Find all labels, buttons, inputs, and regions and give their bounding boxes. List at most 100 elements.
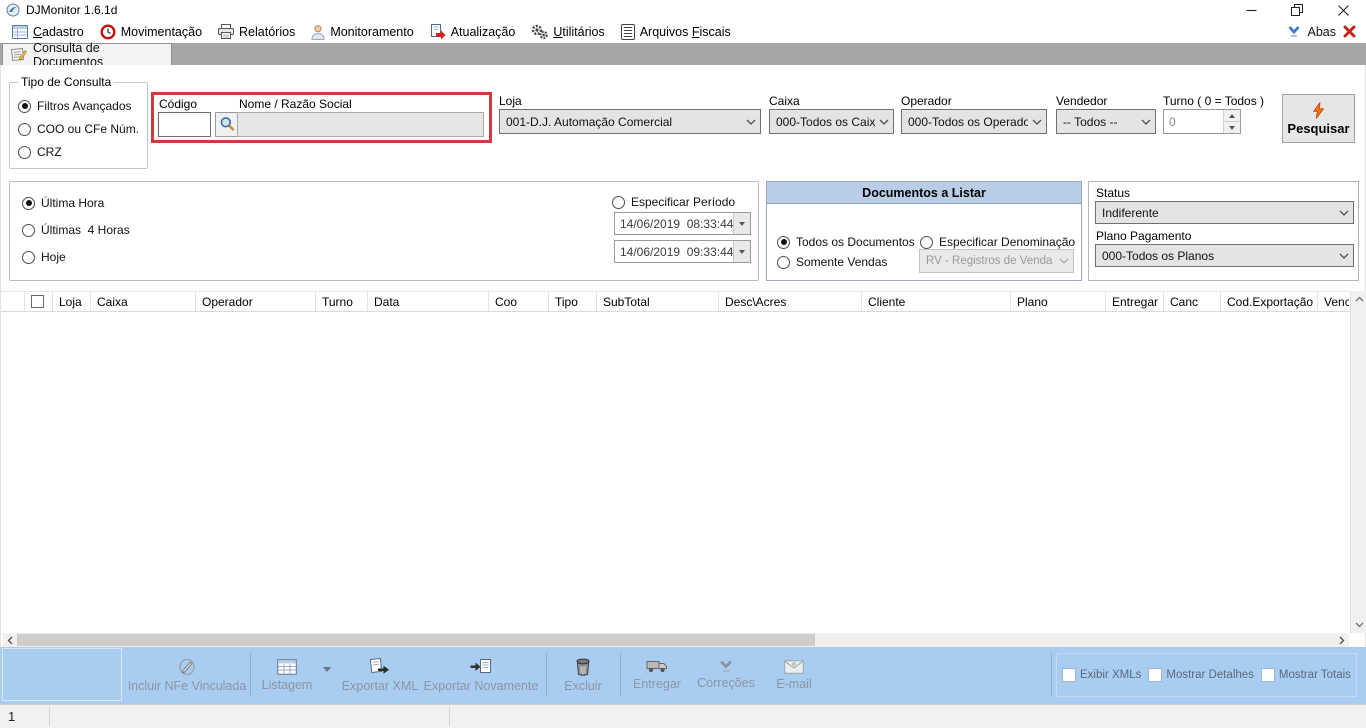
plano-pagamento-select[interactable]: 000-Todos os Planos [1095,244,1354,267]
toolbar-button-label: Incluir NFe Vinculada [128,679,247,693]
chevron-down-icon [718,660,734,673]
status-value: Indiferente [1102,206,1335,220]
column-header[interactable]: Cliente [862,292,1011,311]
menu-item-atualizacao[interactable]: Atualização [422,20,524,43]
toolbar-separator [546,653,547,697]
lightning-icon [1312,102,1325,119]
column-header[interactable]: Data [368,292,489,311]
radio-ultimas-4-horas[interactable]: Últimas 4 Horas [22,223,130,237]
date-from-dropdown[interactable] [733,213,750,234]
codigo-input[interactable] [158,112,211,137]
select-all-checkbox[interactable] [31,295,44,308]
denominacao-value: RV - Registros de Venda [926,255,1055,267]
menu-item-monitoramento[interactable]: Monitoramento [303,20,421,43]
column-header[interactable]: Turno [316,292,368,311]
date-to-dropdown[interactable] [733,241,750,262]
exportar-xml-button[interactable]: Exportar XML [342,651,418,699]
close-tabs-icon[interactable] [1343,25,1356,38]
checkbox-mostrar-detalhes[interactable]: Mostrar Detalhes [1148,668,1254,682]
entregar-button[interactable]: Entregar [625,651,689,699]
horizontal-scrollbar[interactable] [3,633,1349,647]
radio-dot [18,146,31,159]
spin-down-button[interactable] [1224,121,1240,133]
loja-select[interactable]: 001-D.J. Automação Comercial [499,109,761,134]
column-header[interactable]: Venc [1318,292,1349,311]
radio-ultima-hora[interactable]: Última Hora [22,196,104,210]
toolbar-button-label: Exportar Novamente [424,679,539,693]
radio-especificar-periodo[interactable]: Especificar Período [612,195,735,209]
operador-select[interactable]: 000-Todos os Operado [901,109,1047,134]
radio-crz[interactable]: CRZ [18,145,139,159]
scroll-down-icon[interactable] [1351,617,1366,633]
excluir-button[interactable]: Excluir [551,651,615,699]
cliente-search-panel: Código Nome / Razão Social [151,92,492,143]
abas-chevron-icon[interactable] [1287,25,1301,38]
menu-item-arquivos-fiscais[interactable]: Arquivos Fiscais [613,20,739,43]
column-header[interactable]: Entregar [1106,292,1164,311]
checkbox-exibir-xmls[interactable]: Exibir XMLs [1062,668,1141,682]
radio-todos-os-documentos[interactable]: Todos os Documentos [777,235,915,249]
column-header[interactable]: Caixa [91,292,196,311]
gears-icon [531,24,548,40]
menu-item-label: Movimentação [121,25,202,39]
column-header[interactable]: Coo [489,292,549,311]
radio-hoje[interactable]: Hoje [22,250,66,264]
menu-bar: Cadastro Movimentação Relatórios Monitor… [0,20,1366,43]
operador-value: 000-Todos os Operado [908,115,1028,129]
menu-item-utilitarios[interactable]: Utilitários [523,20,612,43]
date-from-field[interactable]: 14/06/2019 08:33:44 [614,212,751,235]
minimize-button[interactable] [1228,0,1274,20]
scroll-left-icon[interactable] [3,633,17,647]
radio-coo-cfe[interactable]: COO ou CFe Núm. [18,122,139,136]
correcoes-button[interactable]: Correções [693,651,759,699]
listagem-button[interactable]: Listagem [254,651,320,699]
update-arrow-icon [430,24,446,40]
column-header[interactable]: Canc [1164,292,1221,311]
column-header[interactable]: Tipo [549,292,597,311]
tab-consulta-documentos[interactable]: Consulta de Documentos [2,43,172,65]
date-to-field[interactable]: 14/06/2019 09:33:44 [614,240,751,263]
radio-dot [22,224,35,237]
column-header[interactable]: Desc\Acres [719,292,862,311]
app-icon [6,3,20,17]
trash-icon [575,658,591,676]
radio-dot [22,251,35,264]
menu-item-relatorios[interactable]: Relatórios [210,20,303,43]
exportar-novamente-button[interactable]: Exportar Novamente [421,651,541,699]
email-button[interactable]: E-mail [763,651,825,699]
column-header[interactable]: Cod.Exportação [1221,292,1318,311]
tipo-consulta-title: Tipo de Consulta [18,75,114,89]
radio-label: Últimas 4 Horas [41,223,130,237]
caixa-select[interactable]: 000-Todos os Caixa: [769,109,894,134]
spin-up-button[interactable] [1224,110,1240,121]
scroll-right-icon[interactable] [1335,633,1349,647]
close-button[interactable] [1320,0,1366,20]
column-header[interactable]: Loja [53,292,91,311]
column-header[interactable]: SubTotal [597,292,719,311]
radio-filtros-avancados[interactable]: Filtros Avançados [18,99,139,113]
scroll-up-icon[interactable] [1351,291,1366,307]
radio-label: Especificar Denominação [939,235,1075,249]
radio-dot [22,197,35,210]
statusbar-value: 1 [8,705,15,728]
period-group: Última Hora Últimas 4 Horas Hoje Especif… [9,181,759,281]
radio-somente-vendas[interactable]: Somente Vendas [777,255,887,269]
radio-especificar-denominacao[interactable]: Especificar Denominação [920,235,1075,249]
checkbox-mostrar-totais[interactable]: Mostrar Totais [1261,668,1351,682]
incluir-nfe-button[interactable]: Incluir NFe Vinculada [126,651,248,699]
dropdown-arrow-icon [739,222,745,226]
pesquisar-button[interactable]: Pesquisar [1282,94,1355,143]
listagem-dropdown-arrow[interactable] [323,667,331,672]
list-table-icon [277,659,297,675]
scrollbar-thumb[interactable] [17,634,815,646]
restore-button[interactable] [1274,0,1320,20]
vertical-scrollbar[interactable] [1350,291,1366,633]
chevron-down-icon [879,119,889,125]
turno-input[interactable] [1164,110,1223,133]
export-again-icon [470,658,492,676]
column-header[interactable]: Operador [196,292,316,311]
radio-label: CRZ [37,145,62,159]
status-select[interactable]: Indiferente [1095,201,1354,224]
column-header[interactable]: Plano [1011,292,1106,311]
vendedor-select[interactable]: -- Todos -- [1056,109,1156,134]
